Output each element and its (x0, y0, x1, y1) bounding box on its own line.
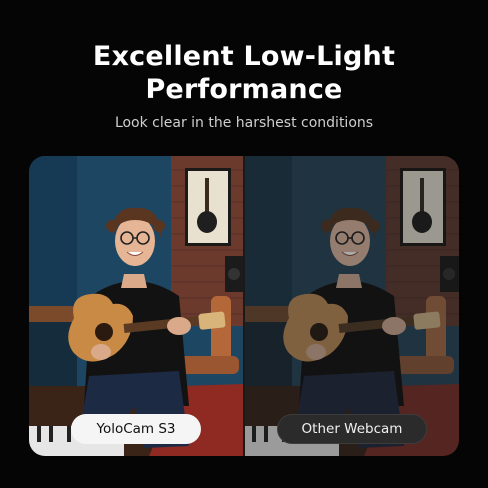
headline-line-2: Performance (145, 74, 343, 105)
subtitle: Look clear in the harshest conditions (114, 115, 374, 131)
headline: Excellent Low-Light Performance (0, 40, 488, 106)
yolocam-label: YoloCam S3 (71, 414, 201, 444)
other-webcam-label: Other Webcam (277, 414, 427, 444)
other-webcam-photo (244, 156, 459, 456)
musician-scene-dim (244, 156, 459, 456)
musician-scene-bright (29, 156, 244, 456)
comparison-divider (243, 156, 245, 456)
yolocam-photo (29, 156, 244, 456)
headline-line-1: Excellent Low-Light (92, 41, 396, 72)
comparison-image: YoloCam S3 Other Webcam (29, 156, 459, 456)
